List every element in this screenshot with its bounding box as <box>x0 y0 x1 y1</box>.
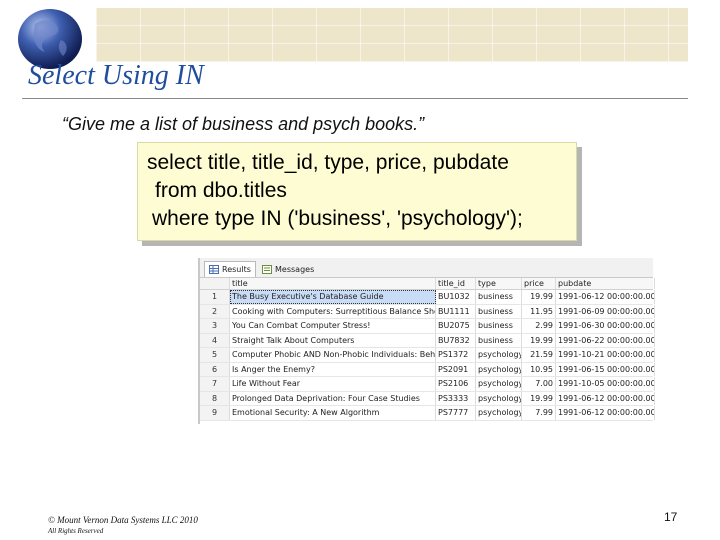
cell-title[interactable]: Life Without Fear <box>230 377 436 391</box>
footer-copyright: © Mount Vernon Data Systems LLC 2010 <box>48 515 198 525</box>
cell-pubdate[interactable]: 1991-06-12 00:00:00.000 <box>556 406 655 420</box>
table-row[interactable]: 2 Cooking with Computers: Surreptitious … <box>200 304 655 319</box>
cell-price[interactable]: 19.99 <box>522 290 556 304</box>
row-number: 9 <box>200 406 230 420</box>
row-number: 4 <box>200 333 230 347</box>
table-row[interactable]: 5 Computer Phobic AND Non-Phobic Individ… <box>200 348 655 363</box>
table-row[interactable]: 8 Prolonged Data Deprivation: Four Case … <box>200 391 655 406</box>
column-header-title-id[interactable]: title_id <box>436 278 476 289</box>
cell-title-id[interactable]: PS1372 <box>436 348 476 362</box>
row-number: 2 <box>200 304 230 318</box>
cell-type[interactable]: psychology <box>476 348 522 362</box>
cell-price[interactable]: 21.59 <box>522 348 556 362</box>
cell-price[interactable]: 19.99 <box>522 391 556 405</box>
cell-price[interactable]: 10.95 <box>522 362 556 376</box>
cell-type[interactable]: business <box>476 319 522 333</box>
cell-price[interactable]: 2.99 <box>522 319 556 333</box>
cell-price[interactable]: 7.00 <box>522 377 556 391</box>
messages-icon <box>262 264 272 274</box>
map-banner-decoration <box>96 8 688 62</box>
cell-pubdate[interactable]: 1991-06-12 00:00:00.000 <box>556 391 655 405</box>
table-row[interactable]: 9 Emotional Security: A New Algorithm PS… <box>200 406 655 421</box>
cell-title-id[interactable]: PS2106 <box>436 377 476 391</box>
page-number: 17 <box>664 510 678 524</box>
row-number: 7 <box>200 377 230 391</box>
cell-title-id[interactable]: BU2075 <box>436 319 476 333</box>
cell-title[interactable]: Straight Talk About Computers <box>230 333 436 347</box>
sql-line-from: from dbo.titles <box>155 179 287 202</box>
cell-type[interactable]: business <box>476 290 522 304</box>
cell-type[interactable]: psychology <box>476 377 522 391</box>
row-number: 5 <box>200 348 230 362</box>
column-header-pubdate[interactable]: pubdate <box>556 278 655 289</box>
cell-type[interactable]: psychology <box>476 406 522 420</box>
cell-title-id[interactable]: BU7832 <box>436 333 476 347</box>
column-header-price[interactable]: price <box>522 278 556 289</box>
cell-title[interactable]: Prolonged Data Deprivation: Four Case St… <box>230 391 436 405</box>
cell-title-id[interactable]: BU1111 <box>436 304 476 318</box>
cell-pubdate[interactable]: 1991-06-12 00:00:00.000 <box>556 290 655 304</box>
sql-line-where: where type IN ('business', 'psychology')… <box>152 207 523 230</box>
cell-type[interactable]: psychology <box>476 362 522 376</box>
cell-title-id[interactable]: PS7777 <box>436 406 476 420</box>
cell-title[interactable]: You Can Combat Computer Stress! <box>230 319 436 333</box>
cell-pubdate[interactable]: 1991-06-30 00:00:00.000 <box>556 319 655 333</box>
results-rows: 1 The Busy Executive's Database Guide BU… <box>200 290 655 421</box>
cell-pubdate[interactable]: 1991-06-09 00:00:00.000 <box>556 304 655 318</box>
cell-pubdate[interactable]: 1991-10-05 00:00:00.000 <box>556 377 655 391</box>
cell-pubdate[interactable]: 1991-06-22 00:00:00.000 <box>556 333 655 347</box>
query-results-screenshot: Results Messages title title_id type pri… <box>198 258 655 424</box>
cell-price[interactable]: 19.99 <box>522 333 556 347</box>
tab-results[interactable]: Results <box>204 261 256 277</box>
cell-title[interactable]: The Busy Executive's Database Guide <box>230 290 436 304</box>
cell-title-id[interactable]: BU1032 <box>436 290 476 304</box>
table-row[interactable]: 1 The Busy Executive's Database Guide BU… <box>200 290 655 305</box>
cell-pubdate[interactable]: 1991-10-21 00:00:00.000 <box>556 348 655 362</box>
slide-subtitle: “Give me a list of business and psych bo… <box>62 114 425 134</box>
row-number: 6 <box>200 362 230 376</box>
tab-messages-label: Messages <box>275 264 315 274</box>
cell-price[interactable]: 11.95 <box>522 304 556 318</box>
slide-title: Select Using IN <box>28 60 204 91</box>
cell-price[interactable]: 7.99 <box>522 406 556 420</box>
sql-line-select: select title, title_id, type, price, pub… <box>147 151 509 174</box>
column-header-type[interactable]: type <box>476 278 522 289</box>
sql-query-box: select title, title_id, type, price, pub… <box>137 142 577 241</box>
row-number: 1 <box>200 290 230 304</box>
row-number: 8 <box>200 391 230 405</box>
cell-type[interactable]: business <box>476 333 522 347</box>
footer-rights: All Rights Reserved <box>48 527 104 535</box>
cell-type[interactable]: psychology <box>476 391 522 405</box>
table-row[interactable]: 3 You Can Combat Computer Stress! BU2075… <box>200 319 655 334</box>
row-number: 3 <box>200 319 230 333</box>
cell-title-id[interactable]: PS2091 <box>436 362 476 376</box>
column-header-title[interactable]: title <box>230 278 436 289</box>
table-row[interactable]: 6 Is Anger the Enemy? PS2091 psychology … <box>200 362 655 377</box>
tab-results-label: Results <box>222 265 251 274</box>
results-header-row: title title_id type price pubdate <box>200 278 655 290</box>
title-divider <box>22 98 688 99</box>
grid-icon <box>209 265 219 274</box>
cell-title-id[interactable]: PS3333 <box>436 391 476 405</box>
tab-messages[interactable]: Messages <box>258 261 318 277</box>
row-number-header <box>200 278 230 289</box>
cell-title[interactable]: Computer Phobic AND Non-Phobic Individua… <box>230 348 436 362</box>
cell-title[interactable]: Emotional Security: A New Algorithm <box>230 406 436 420</box>
cell-title[interactable]: Is Anger the Enemy? <box>230 362 436 376</box>
cell-pubdate[interactable]: 1991-06-15 00:00:00.000 <box>556 362 655 376</box>
cell-type[interactable]: business <box>476 304 522 318</box>
table-row[interactable]: 4 Straight Talk About Computers BU7832 b… <box>200 333 655 348</box>
cell-title[interactable]: Cooking with Computers: Surreptitious Ba… <box>230 304 436 318</box>
table-row[interactable]: 7 Life Without Fear PS2106 psychology 7.… <box>200 377 655 392</box>
results-tab-bar: Results Messages <box>200 258 653 278</box>
